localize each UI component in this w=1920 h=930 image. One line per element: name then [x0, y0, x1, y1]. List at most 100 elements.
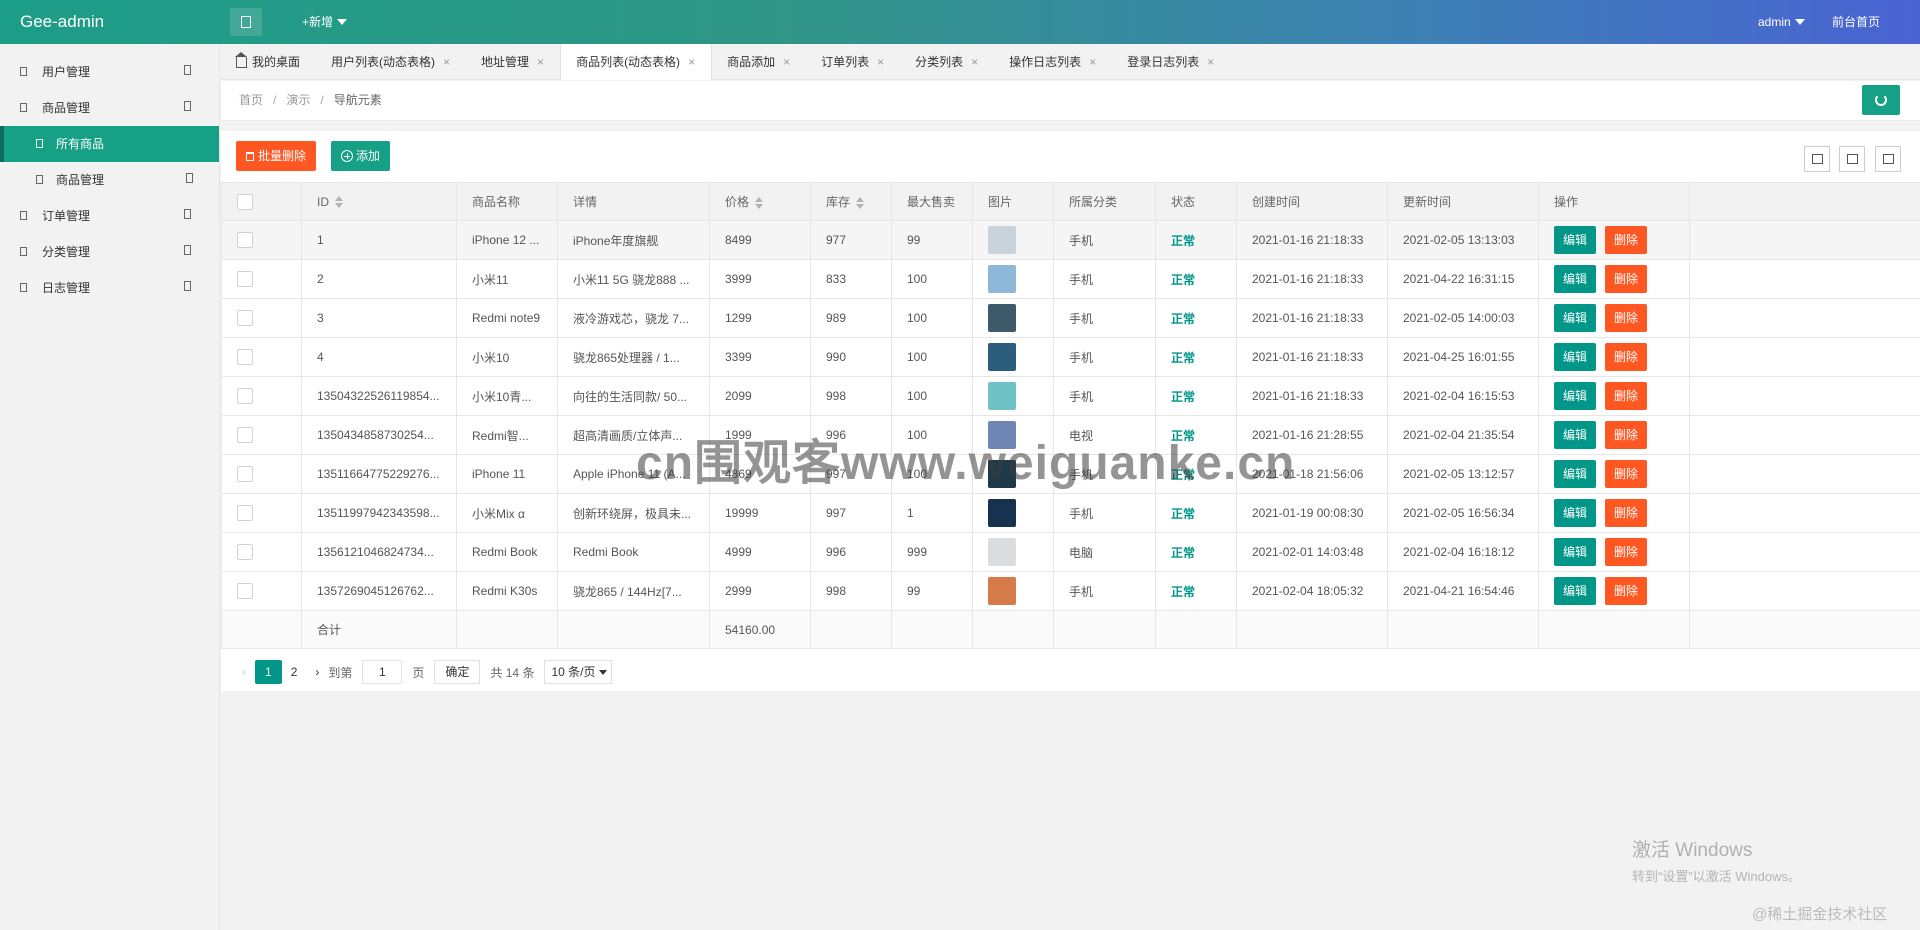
batch-delete-button[interactable]: 批量删除	[236, 141, 317, 171]
print-button[interactable]	[1875, 146, 1901, 172]
table-row[interactable]: 13504322526119854... 小米10青... 向往的生活同款/ 50.…	[221, 376, 1920, 416]
close-icon[interactable]: ×	[971, 44, 978, 80]
product-thumbnail[interactable]	[988, 538, 1016, 566]
sidebar-item-logs[interactable]: 日志管理	[0, 270, 219, 306]
page-1-button[interactable]: 1	[255, 660, 282, 684]
tab-op-log[interactable]: 操作日志列表 ×	[994, 44, 1112, 80]
tab-user-list[interactable]: 用户列表(动态表格) ×	[316, 44, 466, 80]
sidebar-item-goods[interactable]: 商品管理	[0, 90, 219, 126]
table-row[interactable]: 13511997942343598... 小米Mix α 创新环绕屏，极具未... 1…	[221, 493, 1920, 533]
sidebar-item-orders[interactable]: 订单管理	[0, 198, 219, 234]
close-icon[interactable]: ×	[537, 44, 544, 80]
delete-button[interactable]: 删除	[1605, 343, 1648, 371]
page-2-button[interactable]: 2	[282, 660, 307, 684]
product-thumbnail[interactable]	[988, 421, 1016, 449]
next-page-button[interactable]: ›	[306, 660, 328, 684]
edit-button[interactable]: 编辑	[1554, 343, 1597, 371]
delete-button[interactable]: 删除	[1605, 499, 1648, 527]
product-thumbnail[interactable]	[988, 577, 1016, 605]
edit-button[interactable]: 编辑	[1554, 304, 1597, 332]
delete-button[interactable]: 删除	[1605, 226, 1648, 254]
confirm-page-button[interactable]: 确定	[434, 660, 481, 684]
column-filter-button[interactable]	[1804, 146, 1830, 172]
goto-page-input[interactable]: 1	[362, 660, 403, 684]
row-checkbox[interactable]	[237, 232, 253, 248]
close-icon[interactable]: ×	[443, 44, 450, 80]
edit-button[interactable]: 编辑	[1554, 499, 1597, 527]
sidebar-item-users[interactable]: 用户管理	[0, 54, 219, 90]
edit-button[interactable]: 编辑	[1554, 460, 1597, 488]
product-thumbnail[interactable]	[988, 304, 1016, 332]
edit-button[interactable]: 编辑	[1554, 577, 1597, 605]
row-checkbox[interactable]	[237, 271, 253, 287]
sort-icon[interactable]	[856, 196, 865, 209]
refresh-button[interactable]	[1862, 85, 1900, 115]
row-checkbox[interactable]	[237, 427, 253, 443]
table-row[interactable]: 1356121046824734... Redmi Book Redmi Book 4…	[221, 532, 1920, 572]
row-checkbox[interactable]	[237, 349, 253, 365]
sidebar-item-goods-manage[interactable]: 商品管理	[0, 162, 219, 198]
edit-button[interactable]: 编辑	[1554, 382, 1597, 410]
tab-address[interactable]: 地址管理 ×	[466, 44, 560, 80]
row-checkbox[interactable]	[237, 310, 253, 326]
close-icon[interactable]: ×	[877, 44, 884, 80]
product-thumbnail[interactable]	[988, 499, 1016, 527]
close-icon[interactable]: ×	[688, 44, 695, 80]
table-row[interactable]: 13511664775229276... iPhone 11 Apple iPhon…	[221, 454, 1920, 494]
table-row[interactable]: 4 小米10 骁龙865处理器 / 1... 3399 990 100 手机 正常 2021-0…	[221, 337, 1920, 377]
tab-desktop[interactable]: 我的桌面	[221, 44, 316, 80]
sidebar-item-all-goods[interactable]: 所有商品	[0, 126, 219, 162]
table-row[interactable]: 2 小米11 小米11 5G 骁龙888 ... 3999 833 100 手机 正常 2021…	[221, 259, 1920, 299]
sidebar-item-categories[interactable]: 分类管理	[0, 234, 219, 270]
edit-button[interactable]: 编辑	[1554, 265, 1597, 293]
table-row[interactable]: 1357269045126762... Redmi K30s 骁龙865 / 144…	[221, 571, 1920, 611]
prev-page-button[interactable]: ‹	[233, 660, 255, 684]
delete-button[interactable]: 删除	[1605, 460, 1648, 488]
delete-button[interactable]: 删除	[1605, 382, 1648, 410]
row-checkbox[interactable]	[237, 544, 253, 560]
close-icon[interactable]: ×	[1207, 44, 1214, 80]
app-logo[interactable]: Gee-admin	[20, 0, 104, 44]
row-checkbox[interactable]	[237, 388, 253, 404]
sort-icon[interactable]	[335, 196, 343, 209]
delete-button[interactable]: 删除	[1605, 304, 1648, 332]
admin-dropdown[interactable]: admin	[1758, 0, 1805, 44]
tab-categories[interactable]: 分类列表 ×	[900, 44, 994, 80]
product-thumbnail[interactable]	[988, 265, 1016, 293]
edit-button[interactable]: 编辑	[1554, 226, 1597, 254]
row-checkbox[interactable]	[237, 583, 253, 599]
delete-button[interactable]: 删除	[1605, 421, 1648, 449]
table-row[interactable]: 1 iPhone 12 ... iPhone年度旗舰 8499 977 99 手机 正常 202…	[221, 220, 1920, 260]
product-thumbnail[interactable]	[988, 226, 1016, 254]
new-dropdown[interactable]: +新增	[302, 0, 348, 44]
tab-login-log[interactable]: 登录日志列表 ×	[1112, 44, 1230, 80]
header-price[interactable]: 价格	[709, 182, 811, 221]
page-size-select[interactable]: 10 条/页	[544, 660, 613, 684]
front-home-link[interactable]: 前台首页	[1832, 0, 1880, 44]
export-button[interactable]	[1839, 146, 1865, 172]
row-checkbox[interactable]	[237, 466, 253, 482]
tab-goods-list[interactable]: 商品列表(动态表格) ×	[560, 44, 713, 80]
edit-button[interactable]: 编辑	[1554, 538, 1597, 566]
table-row[interactable]: 1350434858730254... Redmi智... 超高清画质/立体声...…	[221, 415, 1920, 455]
breadcrumb-home[interactable]: 首页	[239, 93, 263, 107]
table-row[interactable]: 3 Redmi note9 液冷游戏芯，骁龙 7... 1299 989 100 手机 正常 2…	[221, 298, 1920, 338]
sidebar-toggle-button[interactable]	[230, 8, 262, 36]
delete-button[interactable]: 删除	[1605, 265, 1648, 293]
row-checkbox[interactable]	[237, 505, 253, 521]
product-thumbnail[interactable]	[988, 343, 1016, 371]
close-icon[interactable]: ×	[1089, 44, 1096, 80]
add-button[interactable]: 添加	[331, 141, 391, 171]
edit-button[interactable]: 编辑	[1554, 421, 1597, 449]
select-all-checkbox[interactable]	[237, 193, 253, 210]
header-id[interactable]: ID	[301, 182, 457, 221]
tab-orders[interactable]: 订单列表 ×	[806, 44, 900, 80]
header-stock[interactable]: 库存	[810, 182, 892, 221]
sort-icon[interactable]	[755, 196, 764, 209]
breadcrumb-demo[interactable]: 演示	[286, 93, 310, 107]
delete-button[interactable]: 删除	[1605, 577, 1648, 605]
tab-goods-add[interactable]: 商品添加 ×	[712, 44, 806, 80]
close-icon[interactable]: ×	[783, 44, 790, 80]
product-thumbnail[interactable]	[988, 382, 1016, 410]
delete-button[interactable]: 删除	[1605, 538, 1648, 566]
